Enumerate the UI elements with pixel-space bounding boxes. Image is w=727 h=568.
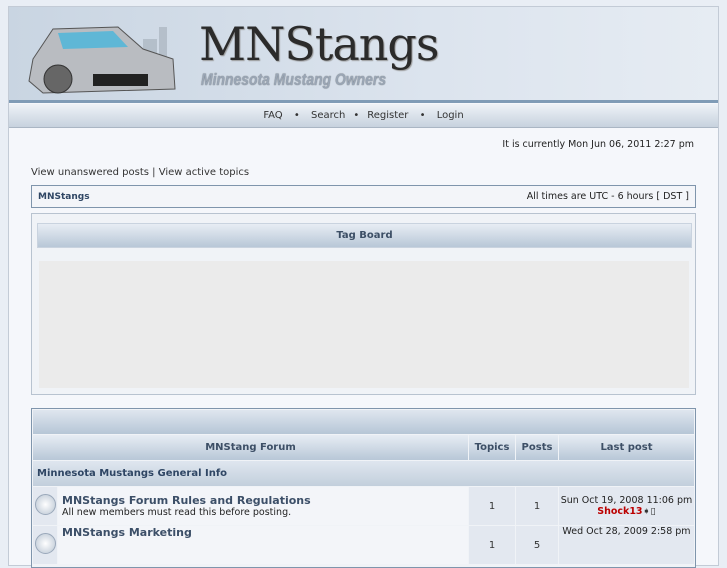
table-row: MNStangs Forum Rules and Regulations All …: [33, 487, 694, 525]
table-row: MNStangs Marketing 1 5 Wed Oct 28, 2009 …: [33, 526, 694, 564]
forum-description: All new members must read this before po…: [62, 507, 292, 518]
last-post-date: Sun Oct 19, 2008 11:06 pm: [560, 495, 693, 506]
tag-board-content[interactable]: [39, 261, 689, 388]
nav-faq[interactable]: FAQ: [263, 110, 282, 121]
link-separator: |: [152, 167, 156, 178]
posts-count: 5: [516, 526, 558, 564]
forum-icon: [34, 533, 56, 554]
last-post-date: Wed Oct 28, 2009 2:58 pm: [562, 526, 691, 537]
category-title[interactable]: Minnesota Mustangs General Info: [33, 461, 694, 486]
nav-separator: •: [353, 110, 360, 121]
header-topics: Topics: [469, 435, 515, 460]
site-tagline: Minnesota Mustang Owners: [201, 70, 387, 89]
tag-board-title: Tag Board: [37, 223, 692, 248]
forum-title[interactable]: MNStangs Marketing: [62, 526, 468, 539]
view-latest-post-icon[interactable]: ➧▯: [643, 506, 656, 517]
forum-locked-icon: [34, 494, 56, 515]
last-post-user[interactable]: Shock13: [597, 506, 642, 517]
nav-login[interactable]: Login: [437, 110, 464, 121]
quick-links: View unanswered posts | View active topi…: [31, 167, 249, 178]
view-unanswered-link[interactable]: View unanswered posts: [31, 167, 149, 178]
breadcrumb-home[interactable]: MNStangs: [38, 192, 90, 202]
nav-separator: •: [293, 110, 300, 121]
current-time: It is currently Mon Jun 06, 2011 2:27 pm: [502, 139, 694, 150]
nav-separator: •: [419, 110, 426, 121]
header-forum: MNStang Forum: [33, 435, 468, 460]
forum-table: MNStang Forum Topics Posts Last post Min…: [31, 408, 696, 568]
page-wrapper: MNStangs Minnesota Mustang Owners FAQ • …: [8, 6, 719, 568]
nav-bar: FAQ • Search • Register • Login: [9, 104, 718, 128]
header-last-post: Last post: [559, 435, 694, 460]
topics-count: 1: [469, 526, 515, 564]
mustang-car-logo: [28, 26, 176, 94]
posts-count: 1: [516, 487, 558, 525]
topics-count: 1: [469, 487, 515, 525]
breadcrumb: MNStangs All times are UTC - 6 hours [ D…: [31, 185, 696, 208]
view-active-link[interactable]: View active topics: [159, 167, 249, 178]
table-top-bar: [33, 410, 694, 434]
forum-title[interactable]: MNStangs Forum Rules and Regulations: [62, 494, 468, 507]
timezone-info: All times are UTC - 6 hours [ DST ]: [526, 191, 689, 202]
nav-search[interactable]: Search: [311, 110, 345, 121]
nav-register[interactable]: Register: [367, 110, 408, 121]
header-posts: Posts: [516, 435, 558, 460]
site-header: MNStangs Minnesota Mustang Owners: [9, 7, 718, 103]
tag-board: Tag Board: [31, 213, 696, 395]
site-logo[interactable]: MNStangs: [199, 17, 439, 71]
